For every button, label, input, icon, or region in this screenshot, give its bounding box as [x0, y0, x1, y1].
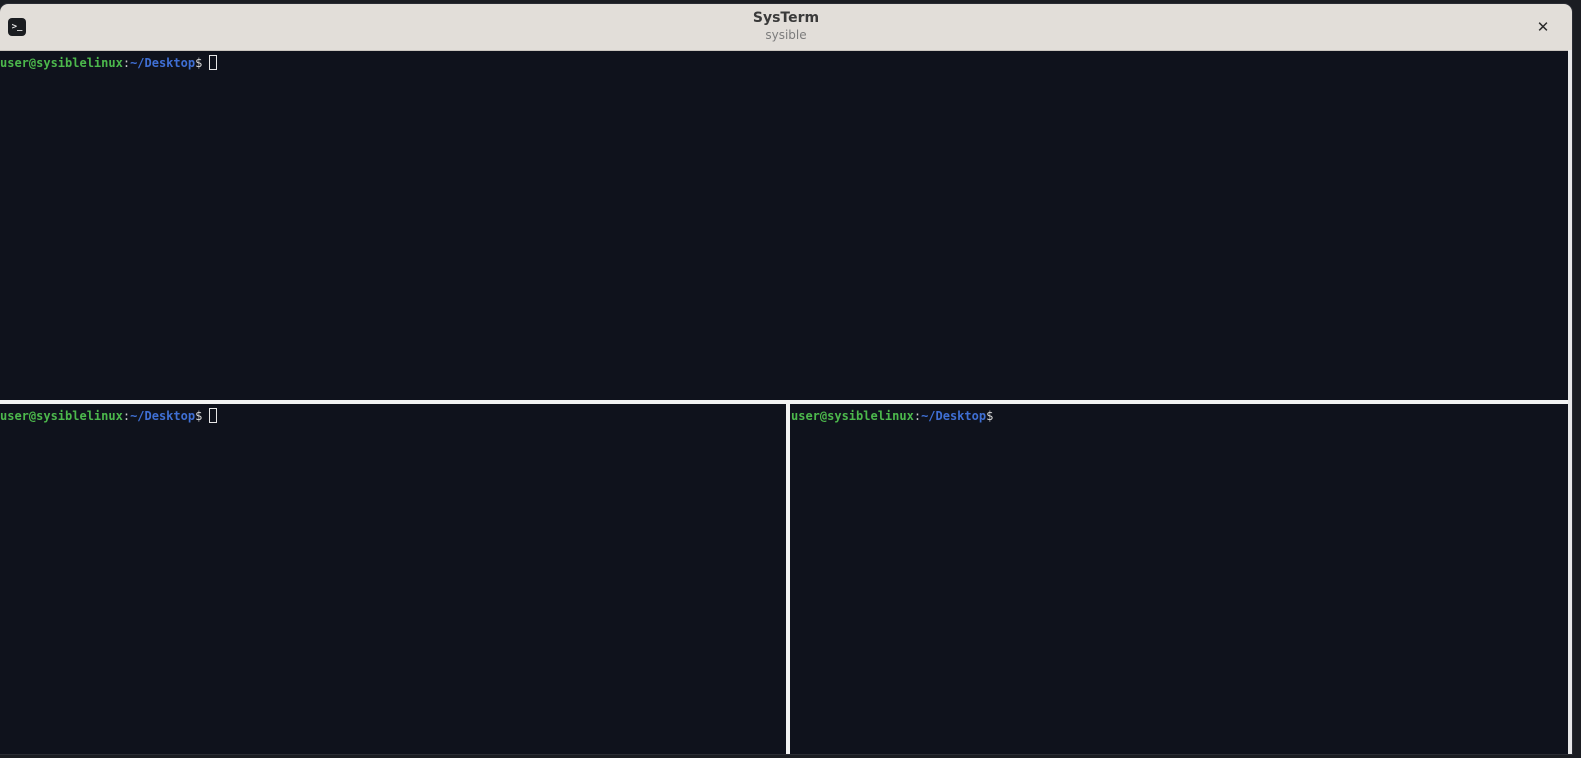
prompt-path: ~/Desktop	[130, 409, 196, 423]
prompt-separator: :	[122, 409, 131, 423]
text-cursor	[209, 55, 218, 70]
text-cursor	[209, 408, 218, 423]
terminal-pane-bottom-right[interactable]: user@sysiblelinux:~/Desktop$	[791, 404, 1568, 754]
terminal-pane-bottom-left[interactable]: user@sysiblelinux:~/Desktop$	[0, 404, 785, 754]
terminal-window: >_ SysTerm sysible ✕ user@sysiblelinux:~…	[0, 4, 1572, 754]
prompt-path: ~/Desktop	[921, 409, 987, 423]
close-icon[interactable]: ✕	[1532, 16, 1554, 38]
prompt-separator: :	[913, 409, 922, 423]
prompt-path: ~/Desktop	[130, 56, 196, 70]
title-bar[interactable]: >_ SysTerm sysible ✕	[0, 4, 1572, 51]
shell-prompt: user@sysiblelinux:~/Desktop$	[0, 55, 218, 72]
shell-prompt: user@sysiblelinux:~/Desktop$	[0, 408, 218, 425]
prompt-user-host: user@sysiblelinux	[0, 56, 123, 70]
title-block: SysTerm sysible	[0, 9, 1572, 43]
prompt-user-host: user@sysiblelinux	[791, 409, 914, 423]
terminal-pane-top[interactable]: user@sysiblelinux:~/Desktop$	[0, 51, 1568, 400]
window-title: SysTerm	[752, 10, 820, 26]
prompt-separator: :	[122, 56, 131, 70]
window-subtitle: sysible	[765, 28, 807, 42]
prompt-dollar: $	[195, 409, 203, 423]
prompt-dollar: $	[195, 56, 203, 70]
prompt-user-host: user@sysiblelinux	[0, 409, 123, 423]
prompt-dollar: $	[986, 409, 994, 423]
vertical-split-divider[interactable]	[786, 404, 790, 754]
shell-prompt: user@sysiblelinux:~/Desktop$	[791, 408, 993, 425]
window-right-border	[1568, 50, 1572, 754]
